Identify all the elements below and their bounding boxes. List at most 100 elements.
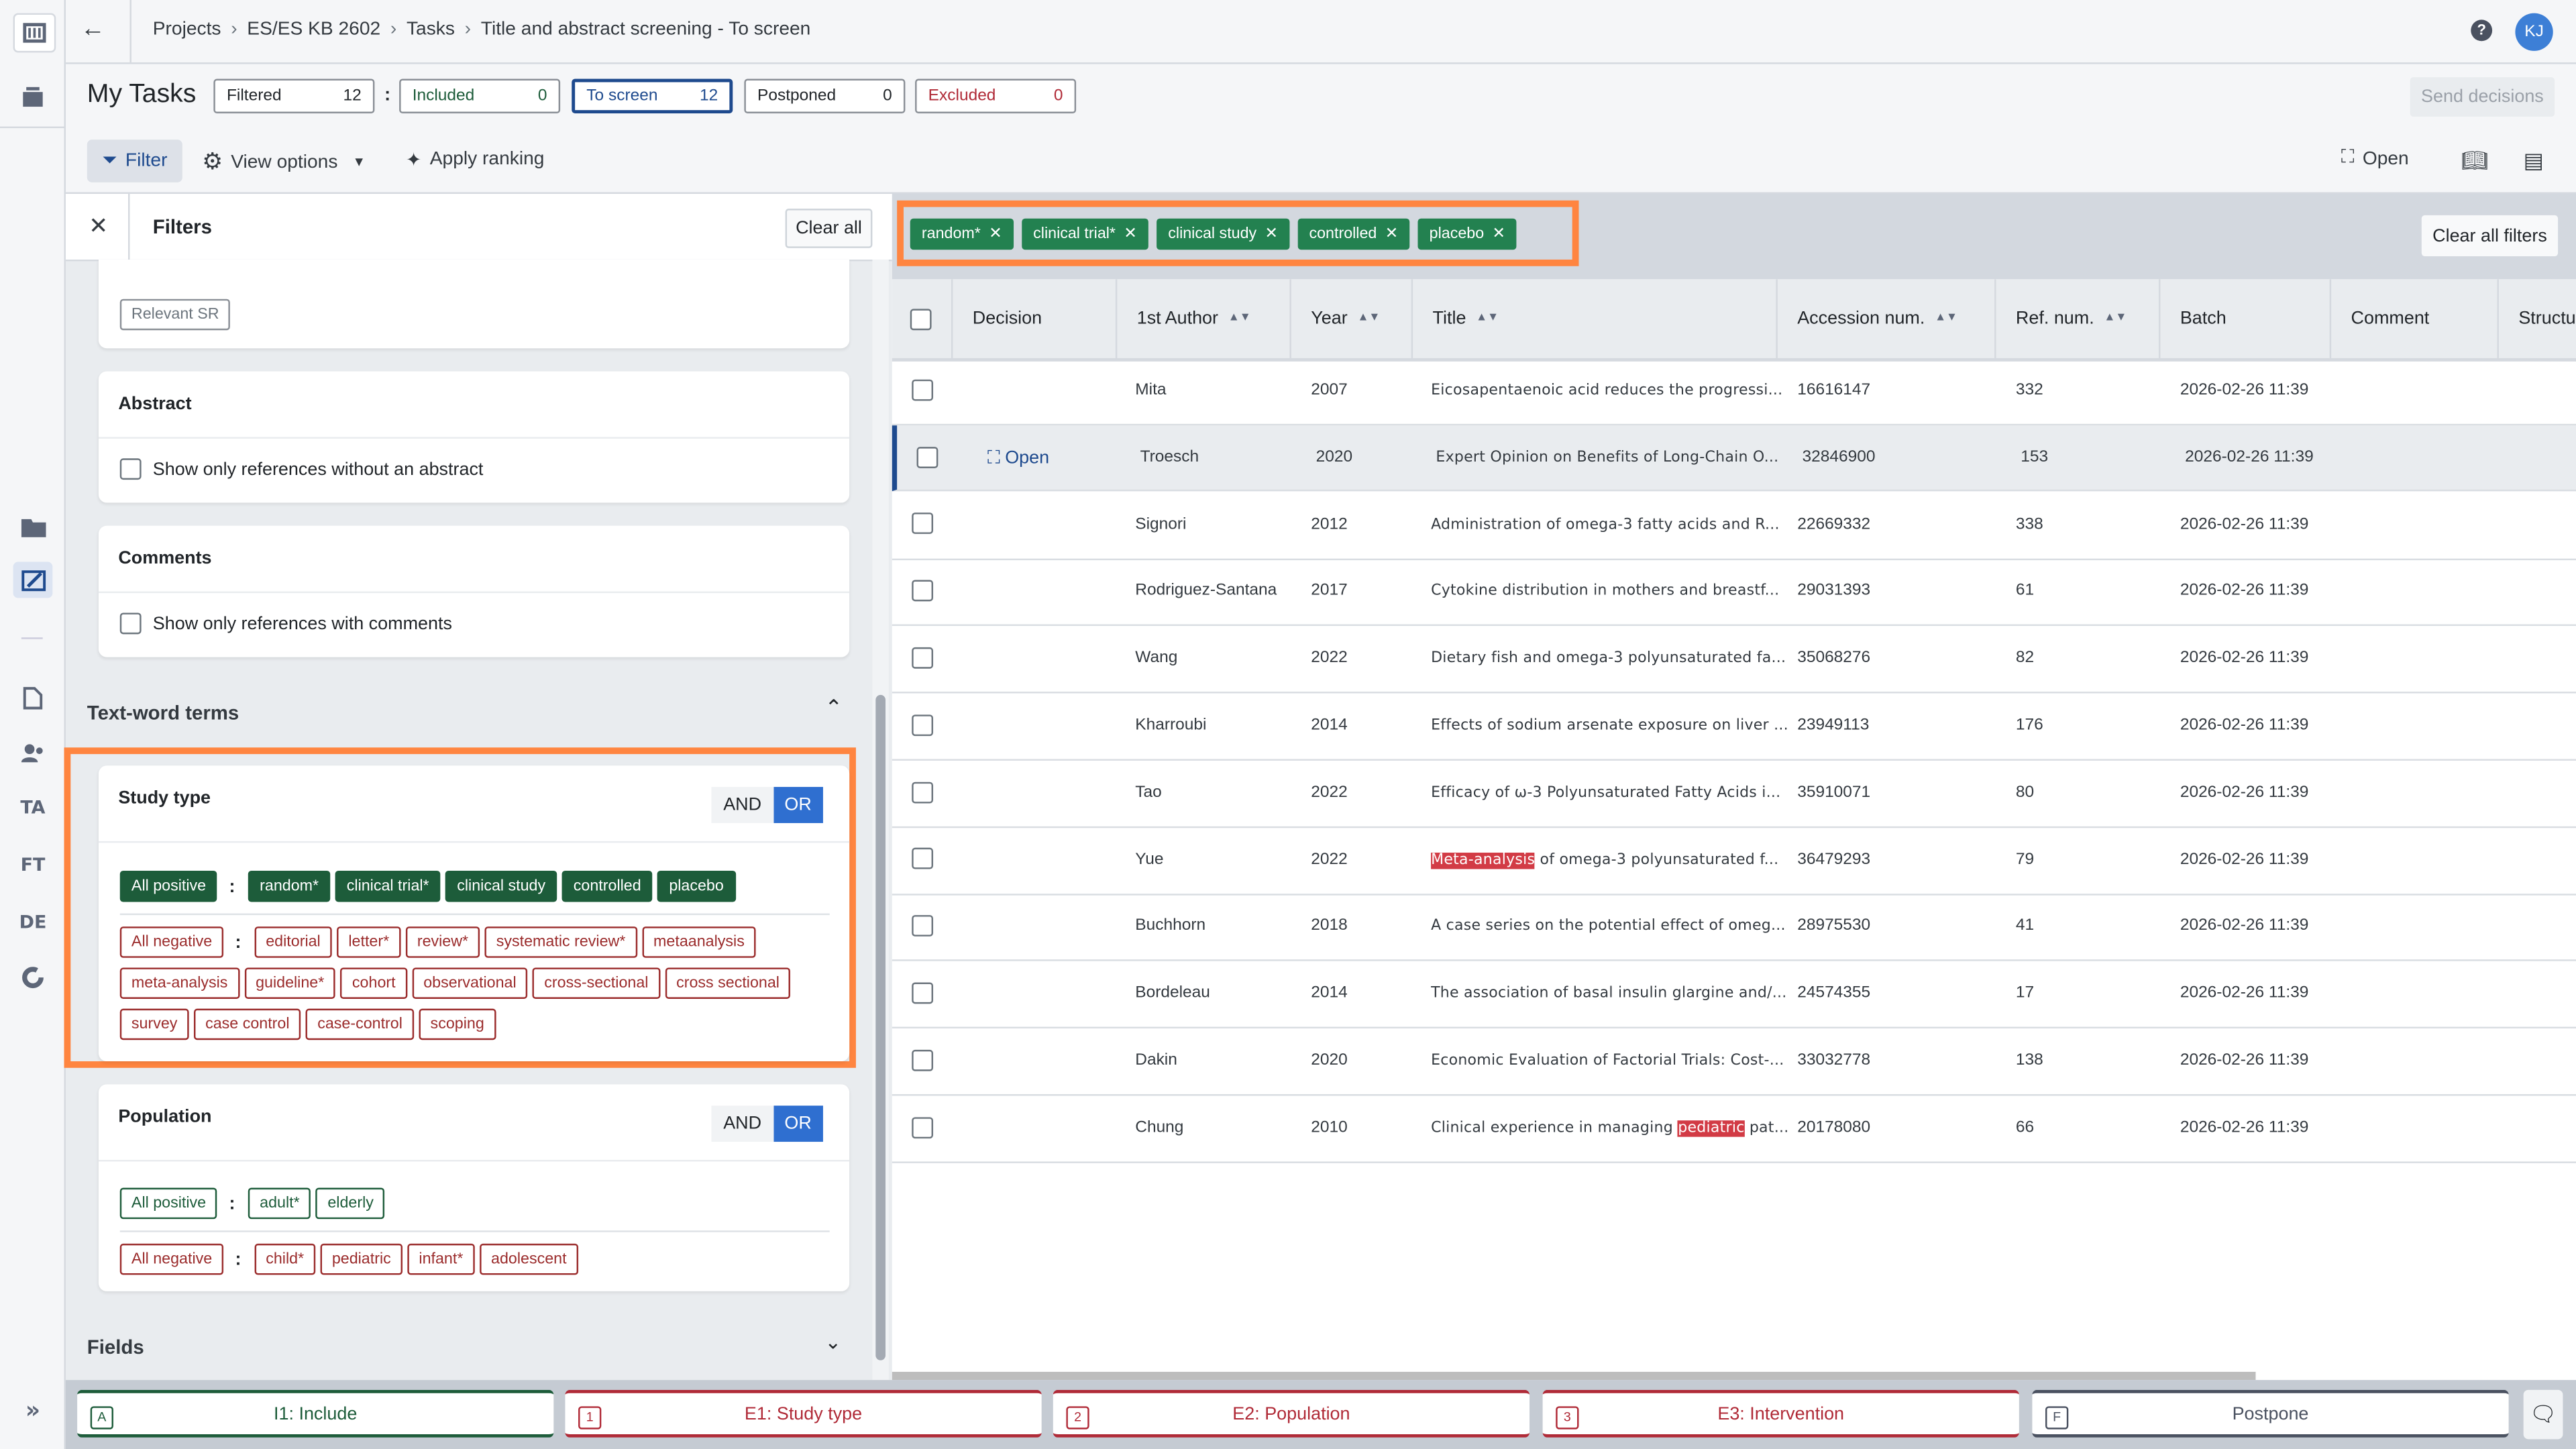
tasks-edit-icon[interactable] <box>13 561 53 598</box>
term-tag[interactable]: case-control <box>306 1008 415 1040</box>
term-tag[interactable]: child* <box>254 1243 316 1275</box>
title-cell[interactable]: A case series on the potential effect of… <box>1431 894 1786 960</box>
decision-button-e3-intervention[interactable]: 3 E3: Intervention <box>1542 1389 2019 1438</box>
sort-icon[interactable]: ▲▼ <box>1357 312 1380 324</box>
table-row[interactable]: Mita 2007 Eicosapentaenoic acid reduces th… <box>892 358 2576 426</box>
columns-layout-icon[interactable]: ▤ <box>2524 148 2544 174</box>
table-row[interactable]: Bordeleau 2014 The association of basal in… <box>892 961 2576 1029</box>
send-decisions-button[interactable]: Send decisions <box>2410 77 2555 117</box>
term-tag[interactable]: meta-analysis <box>119 967 239 999</box>
term-tag[interactable]: placebo <box>657 870 735 902</box>
title-cell[interactable]: Cytokine distribution in mothers and bre… <box>1431 559 1779 625</box>
column-header-decision[interactable]: Decision <box>953 279 1118 358</box>
folder-icon[interactable] <box>13 509 53 545</box>
row-checkbox[interactable] <box>912 781 934 803</box>
text-word-terms-header[interactable]: Text-word terms ⌃ <box>66 680 872 746</box>
column-header-accession-num-[interactable]: Accession num. ▲▼ <box>1778 279 1996 358</box>
full-text-link[interactable]: FT <box>13 846 53 882</box>
active-filter-chip[interactable]: random* ✕ <box>910 218 1014 250</box>
or-toggle[interactable]: OR <box>773 787 823 823</box>
progress-chart-icon[interactable] <box>13 959 53 996</box>
title-cell[interactable]: Expert Opinion on Benefits of Long-Chain… <box>1436 425 1778 491</box>
title-cell[interactable]: Administration of omega-3 fatty acids an… <box>1431 492 1780 558</box>
column-header-comment[interactable]: Comment <box>2331 279 2499 358</box>
and-toggle[interactable]: AND <box>712 1106 773 1142</box>
clear-all-filters-button[interactable]: Clear all filters <box>2421 215 2559 257</box>
term-tag[interactable]: clinical study <box>445 870 557 902</box>
term-tag[interactable]: review* <box>405 926 480 958</box>
remove-chip-icon[interactable]: ✕ <box>989 225 1002 244</box>
term-tag[interactable]: observational <box>412 967 528 999</box>
active-filter-chip[interactable]: placebo ✕ <box>1417 218 1517 250</box>
table-row[interactable]: Yue 2022 Meta-analysis of omega-3 polyunsa… <box>892 827 2576 895</box>
select-all-checkbox[interactable] <box>910 308 932 330</box>
column-header-title[interactable]: Title ▲▼ <box>1413 279 1778 358</box>
fields-header[interactable]: Fields ⌄ <box>66 1314 872 1380</box>
breadcrumb-projects[interactable]: Projects <box>153 19 221 39</box>
sort-icon[interactable]: ▲▼ <box>2104 312 2127 324</box>
user-avatar[interactable]: KJ <box>2515 13 2553 51</box>
no-abstract-checkbox[interactable] <box>119 458 142 480</box>
with-comments-option[interactable]: Show only references with comments <box>119 612 452 635</box>
remove-chip-icon[interactable]: ✕ <box>1385 225 1399 244</box>
term-tag[interactable]: clinical trial* <box>335 870 441 902</box>
expand-rail-icon[interactable]: » <box>13 1393 53 1430</box>
title-cell[interactable]: Meta-analysis of omega-3 polyunsaturated… <box>1431 827 1778 893</box>
or-toggle[interactable]: OR <box>773 1106 823 1142</box>
title-cell[interactable]: Effects of sodium arsenate exposure on l… <box>1431 693 1788 759</box>
term-tag[interactable]: pediatric <box>320 1243 402 1275</box>
row-checkbox[interactable] <box>912 915 934 937</box>
term-tag[interactable]: guideline* <box>244 967 336 999</box>
scrollbar-thumb[interactable] <box>875 694 886 1360</box>
remove-chip-icon[interactable]: ✕ <box>1265 225 1278 244</box>
row-checkbox[interactable] <box>912 1049 934 1071</box>
term-tag[interactable]: metaanalysis <box>641 926 756 958</box>
sort-icon[interactable]: ▲▼ <box>1228 312 1251 324</box>
term-tag[interactable]: adult* <box>248 1187 311 1220</box>
sort-icon[interactable]: ▲▼ <box>1476 312 1499 324</box>
title-cell[interactable]: The association of basal insulin glargin… <box>1431 961 1786 1027</box>
chevron-up-icon[interactable]: ⌃ <box>824 695 843 721</box>
term-tag[interactable]: editorial <box>254 926 332 958</box>
no-abstract-option[interactable]: Show only references without an abstract <box>119 458 484 480</box>
title-cell[interactable]: Dietary fish and omega-3 polyunsaturated… <box>1431 627 1786 692</box>
remove-chip-icon[interactable]: ✕ <box>1492 225 1505 244</box>
stat-filtered[interactable]: Filtered 12 <box>213 78 375 113</box>
table-row[interactable]: Wang 2022 Dietary fish and omega-3 polyuns… <box>892 627 2576 694</box>
column-header-batch[interactable]: Batch <box>2160 279 2332 358</box>
row-checkbox[interactable] <box>912 714 934 736</box>
with-comments-checkbox[interactable] <box>119 612 142 635</box>
decision-button-i1-include[interactable]: A I1: Include <box>77 1389 554 1438</box>
close-icon[interactable]: ✕ <box>89 212 108 240</box>
term-tag[interactable]: scoping <box>419 1008 496 1040</box>
table-row[interactable]: ⛶ Open Troesch 2020 Expert Opinion on Benef… <box>892 425 2576 491</box>
help-icon[interactable]: ? <box>2471 19 2493 42</box>
inbox-icon[interactable] <box>13 77 53 113</box>
horizontal-scrollbar[interactable] <box>892 1371 2256 1381</box>
table-row[interactable]: Tao 2022 Efficacy of ω-3 Polyunsaturated F… <box>892 760 2576 828</box>
relevant-sr-tag[interactable]: Relevant SR <box>119 299 231 331</box>
row-checkbox[interactable] <box>916 446 938 468</box>
app-logo[interactable] <box>13 13 56 53</box>
row-checkbox[interactable] <box>912 379 934 401</box>
term-tag[interactable]: survey <box>119 1008 189 1040</box>
all-negative-tag[interactable]: All negative <box>119 1243 224 1275</box>
term-tag[interactable]: elderly <box>316 1187 386 1220</box>
term-tag[interactable]: random* <box>248 870 331 902</box>
column-header-1st-author[interactable]: 1st Author ▲▼ <box>1117 279 1291 358</box>
title-cell[interactable]: Economic Evaluation of Factorial Trials:… <box>1431 1028 1784 1094</box>
title-cell[interactable]: Clinical experience in managing pediatri… <box>1431 1095 1788 1161</box>
term-tag[interactable]: adolescent <box>479 1243 578 1275</box>
document-icon[interactable] <box>13 680 53 716</box>
active-filter-chip[interactable]: clinical trial* ✕ <box>1022 218 1148 250</box>
stat-to-screen[interactable]: To screen 12 <box>572 78 733 113</box>
decision-button-e1-study-type[interactable]: 1 E1: Study type <box>565 1389 1042 1438</box>
open-button[interactable]: ⛶ Open <box>2341 148 2409 169</box>
stat-excluded[interactable]: Excluded 0 <box>915 78 1077 113</box>
data-extraction-link[interactable]: DE <box>13 904 53 940</box>
clear-all-button[interactable]: Clear all <box>785 209 873 248</box>
book-icon[interactable]: 📖︎ <box>2461 148 2488 174</box>
vertical-scrollbar[interactable] <box>872 259 889 1381</box>
term-tag[interactable]: systematic review* <box>484 926 637 958</box>
table-row[interactable]: Buchhorn 2018 A case series on the potenti… <box>892 894 2576 962</box>
